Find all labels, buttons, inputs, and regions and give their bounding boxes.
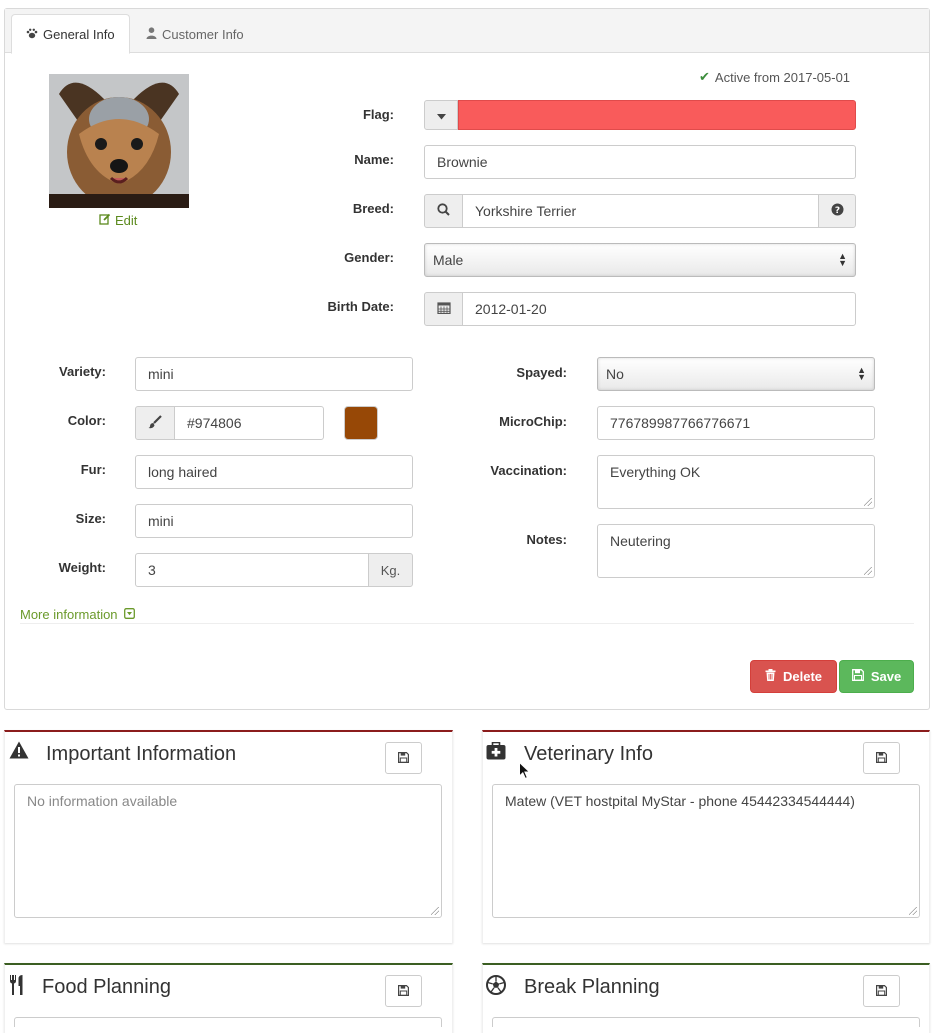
spayed-value: No [606, 366, 624, 382]
fur-input[interactable]: long haired [135, 455, 413, 489]
weight-input[interactable]: 3 [135, 553, 370, 587]
notes-textarea[interactable]: Neutering [597, 524, 875, 578]
more-information-label: More information [20, 607, 118, 622]
birth-date-label: Birth Date: [327, 299, 394, 314]
resize-grip-icon[interactable] [909, 907, 917, 915]
breed-input[interactable]: Yorkshire Terrier [462, 194, 819, 228]
edit-photo-link[interactable]: Edit [99, 213, 137, 228]
resize-grip-icon[interactable] [864, 498, 872, 506]
flag-label: Flag: [362, 107, 394, 122]
flag-dropdown-button[interactable] [424, 100, 458, 130]
floppy-icon [876, 984, 887, 999]
breed-help-button[interactable]: ? [818, 194, 856, 228]
size-input[interactable]: mini [135, 504, 413, 538]
veterinary-info-title: Veterinary Info [524, 743, 653, 765]
more-information-link[interactable]: More information [20, 607, 135, 622]
active-from-text: Active from 2017-05-01 [714, 69, 851, 85]
question-icon: ? [831, 203, 844, 219]
notes-value: Neutering [610, 533, 671, 549]
tab-label: General Info [43, 26, 115, 42]
save-important-button[interactable] [385, 742, 422, 774]
soccer-ball-icon [486, 975, 506, 1000]
paw-icon [26, 27, 38, 42]
important-information-textarea[interactable]: No information available [14, 784, 442, 918]
name-label: Name: [354, 152, 394, 167]
color-picker-button[interactable] [135, 406, 175, 440]
resize-grip-icon[interactable] [431, 907, 439, 915]
mouse-cursor-icon [519, 761, 531, 783]
warning-icon [9, 741, 29, 764]
vaccination-textarea[interactable]: Everything OK [597, 455, 875, 509]
weight-unit: Kg. [368, 553, 413, 587]
caret-down-icon [436, 108, 446, 123]
spayed-label: Spayed: [516, 365, 567, 380]
breed-search-button[interactable] [424, 194, 463, 228]
medkit-icon [486, 741, 506, 765]
edit-label: Edit [115, 213, 138, 228]
floppy-icon [398, 751, 409, 766]
delete-button[interactable]: Delete [750, 660, 837, 693]
active-status: ✔ Active from 2017-05-01 [699, 69, 850, 85]
notes-label: Notes: [526, 532, 567, 547]
color-hex-input[interactable]: #974806 [174, 406, 324, 440]
tab-customer-info[interactable]: Customer Info [132, 14, 258, 54]
important-placeholder: No information available [27, 793, 178, 809]
edit-icon [99, 213, 111, 228]
save-veterinary-button[interactable] [863, 742, 900, 774]
gender-value: Male [433, 252, 464, 268]
break-planning-title: Break Planning [524, 976, 660, 998]
floppy-icon [398, 984, 409, 999]
variety-input[interactable]: mini [135, 357, 413, 391]
birth-date-input[interactable]: 2012-01-20 [462, 292, 856, 326]
fur-label: Fur: [80, 462, 106, 477]
select-arrows-icon: ▲ ▼ [838, 251, 847, 268]
delete-label: Delete [782, 669, 823, 684]
pet-photo [49, 74, 189, 208]
vaccination-label: Vaccination: [490, 463, 567, 478]
size-label: Size: [75, 511, 106, 526]
microchip-input[interactable]: 776789987766776671 [597, 406, 875, 440]
food-planning-title: Food Planning [42, 976, 171, 998]
search-icon [437, 203, 450, 219]
caret-square-down-icon [123, 607, 135, 622]
tab-label: Customer Info [162, 26, 244, 42]
floppy-icon [876, 751, 887, 766]
user-icon [146, 26, 157, 42]
color-label: Color: [67, 413, 106, 428]
floppy-icon [851, 669, 864, 684]
gender-label: Gender: [344, 250, 394, 265]
select-arrows-icon: ▲ ▼ [857, 365, 866, 382]
vaccination-value: Everything OK [610, 464, 701, 480]
veterinary-info-value: Matew (VET hostpital MyStar - phone 4544… [505, 793, 855, 809]
flag-color-bar[interactable] [458, 100, 856, 130]
save-food-button[interactable] [385, 975, 422, 1007]
color-swatch[interactable] [344, 406, 378, 440]
breed-label: Breed: [352, 201, 394, 216]
gender-select[interactable]: Male ▲ ▼ [424, 243, 856, 277]
save-label: Save [870, 669, 902, 684]
calendar-button[interactable] [424, 292, 463, 326]
variety-label: Variety: [59, 364, 106, 379]
check-icon: ✔ [699, 69, 710, 84]
important-information-title: Important Information [46, 743, 237, 765]
save-break-button[interactable] [863, 975, 900, 1007]
svg-text:?: ? [834, 206, 839, 216]
microchip-label: MicroChip: [499, 414, 567, 429]
cutlery-icon [9, 975, 25, 1000]
break-planning-textarea[interactable] [492, 1017, 920, 1027]
paintbrush-icon [148, 414, 162, 432]
resize-grip-icon[interactable] [864, 567, 872, 575]
spayed-select[interactable]: No ▲ ▼ [597, 357, 875, 391]
tab-general-info[interactable]: General Info [11, 14, 130, 54]
calendar-icon [436, 301, 451, 317]
weight-label: Weight: [58, 560, 106, 575]
name-input[interactable]: Brownie [424, 145, 856, 179]
veterinary-info-textarea[interactable]: Matew (VET hostpital MyStar - phone 4544… [492, 784, 920, 918]
trash-icon [765, 669, 776, 684]
save-button[interactable]: Save [839, 660, 914, 693]
divider [20, 623, 914, 624]
food-planning-textarea[interactable] [14, 1017, 442, 1027]
